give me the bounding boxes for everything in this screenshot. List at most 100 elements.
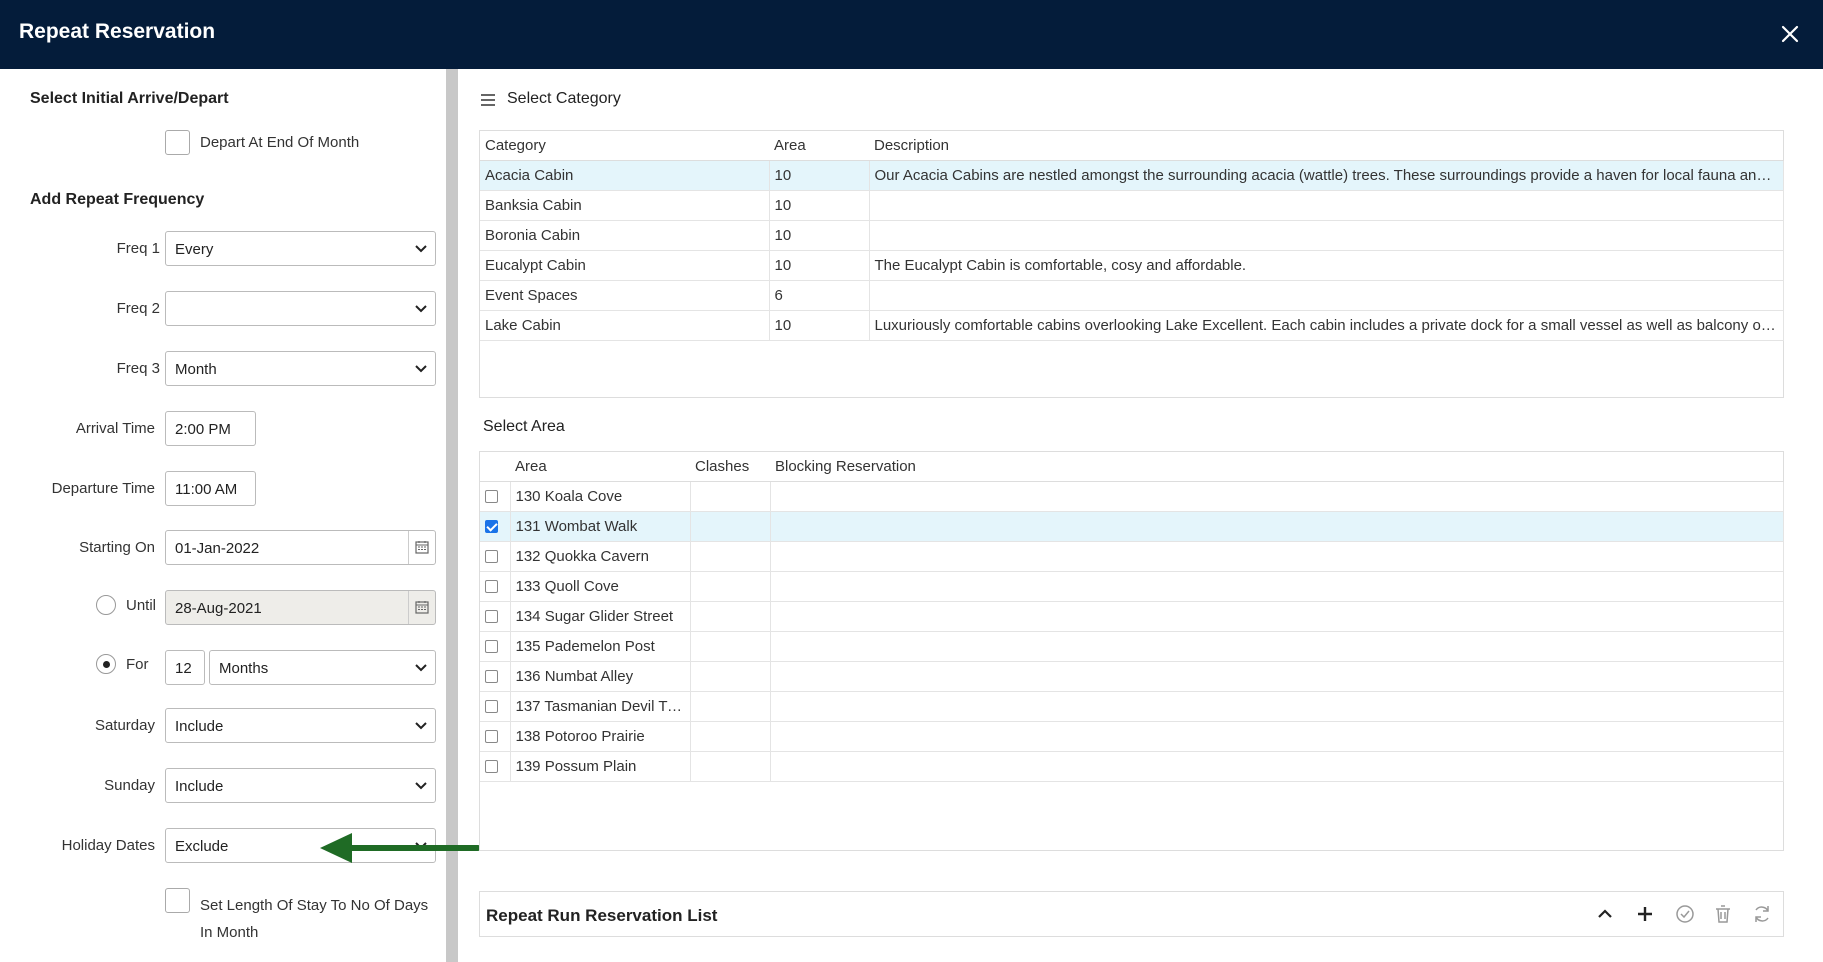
blocking-reservation-column-header[interactable]: Blocking Reservation (770, 452, 1783, 482)
hamburger-menu-icon[interactable] (481, 94, 495, 106)
select-area-heading: Select Area (483, 418, 565, 435)
category-cell-category: Acacia Cabin (480, 160, 770, 191)
panel-scrollbar[interactable] (446, 69, 458, 962)
category-row[interactable]: Acacia Cabin 10 Our Acacia Cabins are nest… (480, 160, 1784, 191)
area-row[interactable]: 131 Wombat Walk (480, 511, 1784, 542)
trash-icon[interactable] (1711, 902, 1735, 926)
chevron-down-icon (415, 245, 427, 253)
clashes-column-header[interactable]: Clashes (690, 452, 770, 482)
area-cell-clashes (690, 691, 771, 722)
area-row-checkbox[interactable] (485, 640, 498, 654)
area-select-cell (480, 571, 511, 602)
category-cell-area: 10 (769, 160, 870, 191)
area-cell-name: 134 Sugar Glider Street (510, 601, 691, 632)
area-row-checkbox[interactable] (485, 580, 498, 594)
area-row[interactable]: 135 Pademelon Post (480, 631, 1784, 662)
repeat-frequency-heading: Add Repeat Frequency (30, 191, 205, 208)
initial-arrive-depart-heading: Select Initial Arrive/Depart (30, 90, 229, 107)
area-row-checkbox[interactable] (485, 550, 498, 564)
chevron-down-icon (415, 664, 427, 672)
freq1-label: Freq 1 (116, 240, 160, 257)
area-select-cell (480, 751, 511, 782)
area-row-checkbox[interactable] (485, 610, 498, 624)
category-column-header[interactable]: Category (480, 131, 769, 161)
for-label: For (126, 656, 149, 673)
for-count-input[interactable]: 12 (165, 650, 205, 685)
chevron-down-icon (415, 305, 427, 313)
until-label: Until (126, 597, 157, 614)
area-cell-name: 132 Quokka Cavern (510, 541, 691, 572)
freq1-select[interactable]: Every (165, 231, 436, 266)
chevron-up-icon[interactable] (1593, 902, 1617, 926)
category-row[interactable]: Boronia Cabin 10 (480, 220, 1784, 251)
category-row[interactable]: Banksia Cabin 10 (480, 190, 1784, 221)
chevron-down-icon (415, 782, 427, 790)
area-row-checkbox[interactable] (485, 730, 498, 744)
area-select-cell (480, 511, 511, 542)
area-row-checkbox[interactable] (485, 490, 498, 504)
annotation-arrow-icon (320, 833, 481, 863)
until-radio[interactable] (96, 595, 116, 615)
area-row-checkbox[interactable] (485, 760, 498, 774)
category-cell-area: 10 (769, 310, 870, 341)
starting-on-date-input[interactable]: 01-Jan-2022 (165, 530, 436, 565)
freq2-select[interactable] (165, 291, 436, 326)
chevron-down-icon (415, 365, 427, 373)
category-cell-area: 10 (769, 220, 870, 251)
area-row[interactable]: 137 Tasmanian Devil Tu... (480, 691, 1784, 722)
area-row[interactable]: 134 Sugar Glider Street (480, 601, 1784, 632)
arrival-time-input[interactable]: 2:00 PM (165, 411, 256, 446)
category-row[interactable]: Eucalypt Cabin 10 The Eucalypt Cabin is co… (480, 250, 1784, 281)
calendar-icon[interactable] (415, 600, 429, 614)
area-row[interactable]: 132 Quokka Cavern (480, 541, 1784, 572)
area-column-header[interactable]: Area (769, 131, 869, 161)
area-cell-blocking (770, 601, 1784, 632)
area-row-checkbox[interactable] (485, 700, 498, 714)
arrival-time-label: Arrival Time (75, 420, 155, 437)
area-row[interactable]: 138 Potoroo Prairie (480, 721, 1784, 752)
select-column-header (480, 452, 510, 482)
category-cell-description (869, 220, 1784, 251)
saturday-label: Saturday (94, 717, 155, 734)
area-name-column-header[interactable]: Area (510, 452, 690, 482)
saturday-select[interactable]: Include (165, 708, 436, 743)
plus-icon[interactable] (1633, 902, 1657, 926)
sunday-select[interactable]: Include (165, 768, 436, 803)
area-row[interactable]: 130 Koala Cove (480, 481, 1784, 512)
description-column-header[interactable]: Description (869, 131, 1783, 161)
departure-time-label: Departure Time (51, 480, 155, 497)
panel-scrollbar-thumb[interactable] (446, 69, 458, 962)
area-row[interactable]: 136 Numbat Alley (480, 661, 1784, 692)
refresh-icon[interactable] (1750, 902, 1774, 926)
area-cell-clashes (690, 571, 771, 602)
area-cell-clashes (690, 511, 771, 542)
category-row[interactable]: Lake Cabin 10 Luxuriously comfortable cabi… (480, 310, 1784, 341)
calendar-icon[interactable] (415, 540, 429, 554)
area-row-checkbox[interactable] (485, 670, 498, 684)
area-cell-blocking (770, 511, 1784, 542)
area-row-checkbox[interactable] (485, 520, 498, 534)
area-row[interactable]: 133 Quoll Cove (480, 571, 1784, 602)
check-circle-icon[interactable] (1673, 902, 1697, 926)
depart-end-of-month-checkbox[interactable] (165, 130, 190, 155)
area-cell-name: 136 Numbat Alley (510, 661, 691, 692)
departure-time-input[interactable]: 11:00 AM (165, 471, 256, 506)
for-radio[interactable] (96, 654, 116, 674)
area-select-cell (480, 691, 511, 722)
until-date-input[interactable]: 28-Aug-2021 (165, 590, 436, 625)
area-cell-clashes (690, 721, 771, 752)
for-unit-select[interactable]: Months (209, 650, 436, 685)
area-cell-clashes (690, 481, 771, 512)
area-row[interactable]: 139 Possum Plain (480, 751, 1784, 782)
area-cell-name: 135 Pademelon Post (510, 631, 691, 662)
set-length-of-stay-checkbox[interactable] (165, 888, 190, 913)
area-select-cell (480, 661, 511, 692)
freq3-label: Freq 3 (116, 360, 160, 377)
area-cell-blocking (770, 571, 1784, 602)
area-cell-blocking (770, 541, 1784, 572)
category-row[interactable]: Event Spaces 6 (480, 280, 1784, 311)
close-icon[interactable] (1776, 20, 1804, 48)
freq3-select[interactable]: Month (165, 351, 436, 386)
category-cell-area: 10 (769, 190, 870, 221)
area-select-cell (480, 541, 511, 572)
